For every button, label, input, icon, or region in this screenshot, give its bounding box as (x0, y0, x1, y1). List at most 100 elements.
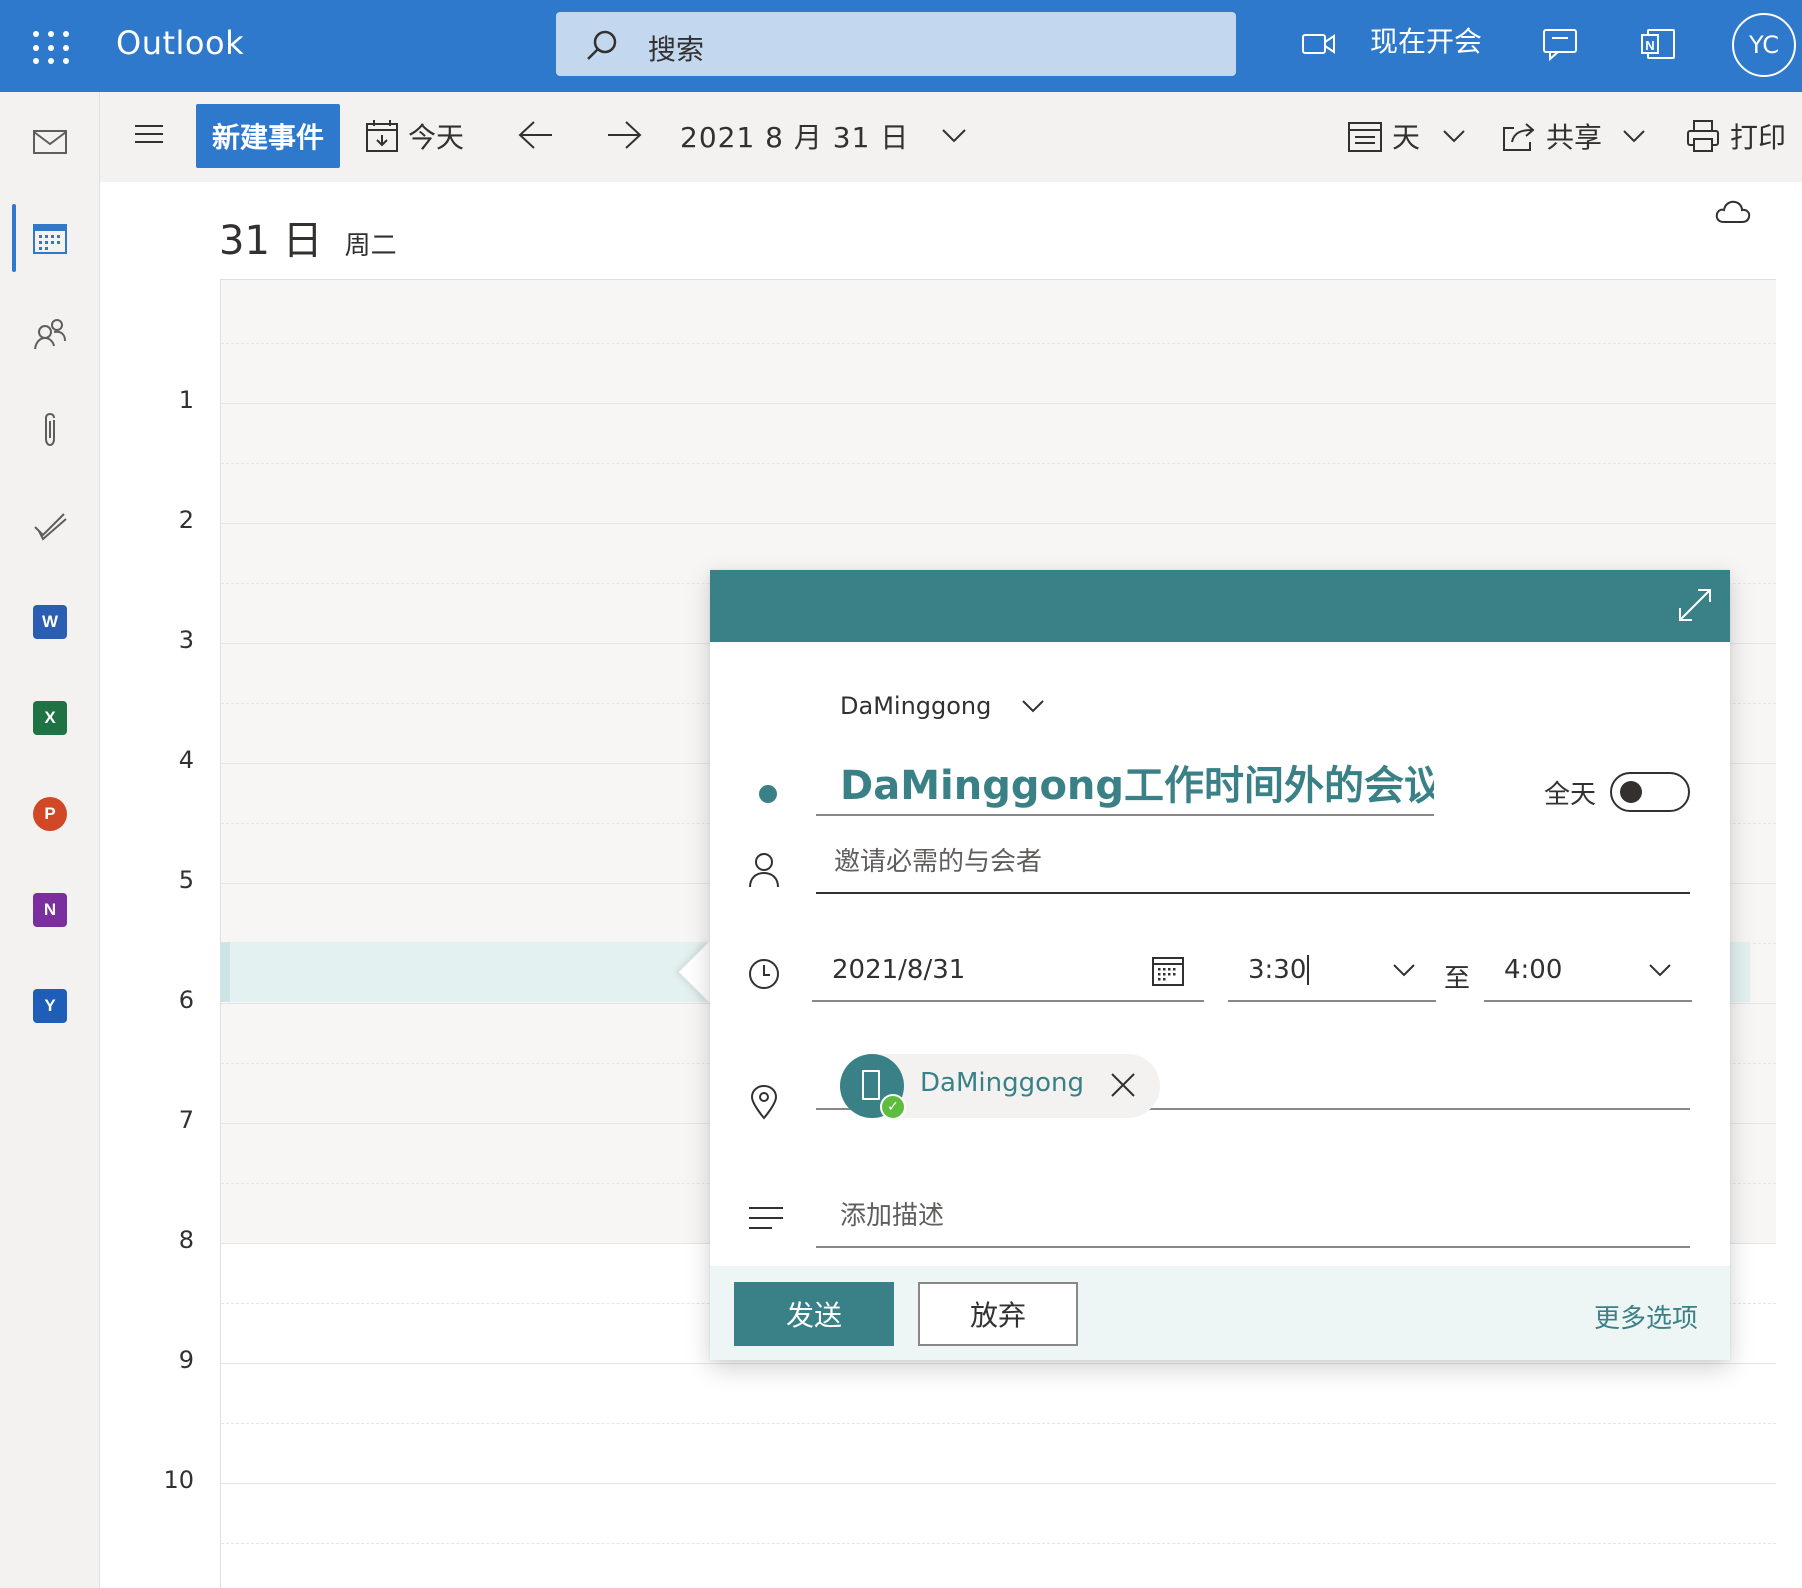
current-date: 2021 8 月 31 日 (680, 121, 910, 154)
video-icon[interactable] (1302, 32, 1336, 56)
chevron-down-icon (942, 129, 967, 143)
avatar[interactable]: YC (1732, 13, 1796, 77)
end-time-value: 4:00 (1504, 955, 1563, 985)
share-button[interactable]: 共享 (1502, 116, 1656, 156)
date-picker-button[interactable]: 2021 8 月 31 日 (680, 116, 977, 156)
hour-label: 2 (178, 506, 194, 534)
chevron-down-icon (1649, 964, 1671, 977)
hour-label: 4 (178, 746, 194, 774)
top-bar: Outlook 搜索 现在开会 N YC (0, 0, 1802, 92)
calendar-selector[interactable]: DaMinggong (840, 692, 1045, 720)
half-hour-line (221, 463, 1776, 464)
search-box[interactable]: 搜索 (556, 12, 1236, 76)
rail-active-indicator (12, 204, 16, 272)
location-icon (750, 1084, 778, 1120)
onenote-icon[interactable]: N (1640, 26, 1676, 62)
search-input[interactable]: 搜索 (648, 28, 704, 68)
half-hour-line (221, 343, 1776, 344)
day-weekday: 周二 (344, 231, 397, 261)
chevron-down-icon (1022, 700, 1045, 713)
svg-text:N: N (1645, 38, 1654, 53)
all-day-label: 全天 (1544, 780, 1597, 810)
excel-icon[interactable]: X (22, 690, 78, 746)
expand-icon[interactable] (1678, 588, 1712, 622)
view-icon (1348, 122, 1382, 152)
yammer-icon[interactable]: Y (22, 978, 78, 1034)
description-input[interactable] (816, 1186, 1690, 1248)
discard-button[interactable]: 放弃 (918, 1282, 1078, 1346)
today-label: 今天 (408, 121, 465, 154)
word-icon[interactable]: W (22, 594, 78, 650)
left-rail: W X P N Y (0, 92, 100, 1588)
hour-label: 10 (163, 1466, 194, 1494)
hour-label: 9 (178, 1346, 194, 1374)
location-chip[interactable]: ✓ DaMinggong (840, 1054, 1160, 1120)
calendar-icon[interactable] (22, 210, 78, 266)
hour-label: 5 (178, 866, 194, 894)
attachment-icon[interactable] (22, 402, 78, 458)
day-number: 31 日 (219, 218, 323, 264)
clock-icon (749, 959, 779, 989)
view-label: 天 (1392, 121, 1421, 154)
day-header: 31 日 周二 (219, 208, 397, 266)
powerpoint-icon[interactable]: P (22, 786, 78, 842)
hour-label: 6 (178, 986, 194, 1014)
waffle-icon[interactable] (28, 26, 72, 70)
onenote-app-icon[interactable]: N (22, 882, 78, 938)
chevron-down-icon (1393, 964, 1415, 977)
half-hour-line (221, 1543, 1776, 1544)
calendar-name: DaMinggong (840, 692, 992, 720)
date-field[interactable]: 2021/8/31 (812, 940, 1204, 1002)
view-switcher[interactable]: 天 (1348, 116, 1476, 156)
event-title-input[interactable] (816, 750, 1434, 816)
description-icon (749, 1207, 783, 1229)
chat-icon[interactable] (1542, 26, 1578, 62)
end-time-field[interactable]: 4:00 (1484, 940, 1692, 1002)
new-event-button[interactable]: 新建事件 (196, 104, 340, 168)
meet-now-button[interactable]: 现在开会 (1370, 20, 1482, 60)
hour-label: 3 (178, 626, 194, 654)
calendar-color-dot (759, 785, 777, 803)
send-button[interactable]: 发送 (734, 1282, 894, 1346)
start-time-field[interactable]: 3:30 (1228, 940, 1436, 1002)
chevron-down-icon (1443, 130, 1465, 143)
to-label: 至 (1444, 964, 1471, 994)
arrow-right-icon[interactable] (606, 120, 642, 150)
room-icon: ✓ (840, 1054, 906, 1120)
share-label: 共享 (1546, 121, 1603, 154)
weather-icon[interactable] (1714, 196, 1752, 224)
hour-label: 1 (178, 386, 194, 414)
app-name[interactable]: Outlook (116, 24, 244, 62)
people-icon[interactable] (22, 306, 78, 362)
calendar-picker-icon[interactable] (1152, 954, 1184, 986)
todo-icon[interactable] (22, 498, 78, 554)
location-name: DaMinggong (920, 1068, 1084, 1098)
popup-footer: 发送 放弃 更多选项 (710, 1266, 1730, 1360)
person-icon (749, 853, 779, 888)
command-bar: 新建事件 今天 2021 8 月 31 日 天 共享 打印 (100, 92, 1802, 182)
hour-label: 8 (178, 1226, 194, 1254)
hamburger-icon[interactable] (134, 122, 164, 146)
chevron-down-icon (1623, 130, 1645, 143)
half-hour-line (221, 1423, 1776, 1424)
print-label: 打印 (1730, 121, 1787, 154)
print-button[interactable]: 打印 (1686, 116, 1786, 156)
date-value: 2021/8/31 (832, 955, 966, 985)
hour-label: 7 (178, 1106, 194, 1134)
new-event-popup: DaMinggong 全天 2021/8/31 3:30 至 4:00 ✓ Da… (710, 570, 1730, 1360)
hour-line (221, 523, 1776, 524)
attendees-input[interactable] (816, 832, 1690, 894)
hour-line (221, 403, 1776, 404)
arrow-left-icon[interactable] (518, 120, 554, 150)
more-options-link[interactable]: 更多选项 (1594, 1298, 1698, 1335)
hour-line (221, 1483, 1776, 1484)
close-icon[interactable] (1110, 1072, 1136, 1098)
today-button[interactable]: 今天 (366, 116, 464, 156)
search-icon (587, 30, 617, 60)
today-icon (366, 120, 398, 152)
mail-icon[interactable] (22, 114, 78, 170)
hour-line (221, 1363, 1776, 1364)
all-day-toggle[interactable] (1610, 772, 1690, 812)
start-time-value: 3:30 (1248, 955, 1310, 985)
share-icon (1503, 123, 1535, 151)
